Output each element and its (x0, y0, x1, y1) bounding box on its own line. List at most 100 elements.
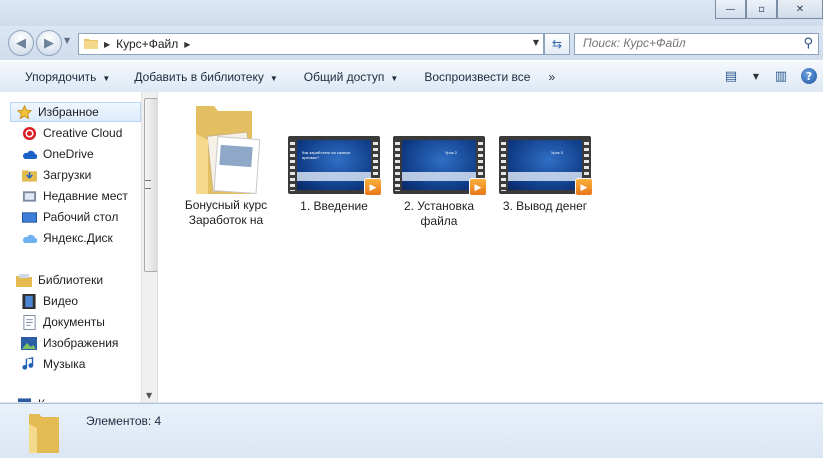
nav-label: Недавние мест (43, 189, 128, 203)
nav-item-music[interactable]: Музыка (21, 354, 146, 374)
computer-icon (16, 396, 32, 402)
video-thumbnail: Урок 3 ▶ (499, 136, 593, 196)
nav-label: OneDrive (43, 147, 94, 161)
video-thumbnail: Как заработать на сжатых архивах? ▶ (288, 136, 382, 196)
refresh-button[interactable]: ⇆ (544, 33, 570, 55)
downloads-folder-icon (21, 167, 37, 183)
search-box[interactable]: ⚲ (574, 33, 819, 55)
video-library-icon (21, 293, 37, 309)
nav-scrollbar[interactable]: ▼ (141, 92, 157, 402)
share-menu[interactable]: Общий доступ ▼ (296, 70, 407, 84)
maximize-button[interactable]: ▫ (746, 0, 777, 19)
nav-label: Изображения (43, 336, 119, 350)
command-bar: Упорядочить ▼ Добавить в библиотеку ▼ Общи… (0, 60, 823, 93)
more-commands-button[interactable]: » (540, 70, 563, 84)
chevron-down-icon: ▼ (390, 73, 399, 83)
recent-pages-dropdown[interactable]: ▼ (64, 36, 74, 45)
nav-label: Видео (43, 294, 79, 308)
nav-label: Creative Cloud (43, 126, 123, 140)
nav-computer[interactable]: К (16, 394, 141, 402)
file-item-video-3[interactable]: Урок 3 ▶ 3. Вывод денег (497, 136, 593, 214)
chevron-down-icon: ▼ (269, 73, 278, 83)
nav-libraries[interactable]: Библиотеки (16, 270, 141, 290)
search-icon[interactable]: ⚲ (803, 36, 813, 51)
organize-label: Упорядочить (25, 69, 97, 84)
thumb-text: Урок 2 (445, 150, 457, 155)
organize-menu[interactable]: Упорядочить ▼ (17, 70, 118, 84)
details-pane: Элементов: 4 (0, 403, 823, 458)
file-name: Бонусный курс Заработок на (184, 198, 268, 227)
folder-icon (186, 100, 266, 195)
file-item-folder[interactable]: Бонусный курс Заработок на (178, 100, 274, 228)
file-item-video-1[interactable]: Как заработать на сжатых архивах? ▶ 1. В… (286, 136, 382, 214)
address-dropdown-icon[interactable]: ▼ (533, 38, 539, 47)
nav-item-desktop[interactable]: Рабочий стол (21, 207, 146, 227)
pictures-icon (21, 335, 37, 351)
minimize-icon: — (725, 3, 736, 15)
play-badge-icon: ▶ (469, 178, 487, 196)
address-bar[interactable]: ▶ Курс+Файл ▶ ▼ (78, 33, 544, 55)
play-badge-icon: ▶ (575, 178, 593, 196)
breadcrumb-current[interactable]: Курс+Файл (116, 37, 178, 51)
play-all-label: Воспроизвести все (424, 69, 531, 84)
more-label: » (548, 69, 556, 84)
nav-label: Загрузки (43, 168, 92, 182)
address-row: ◀ ▶ ▼ ▶ Курс+Файл ▶ ▼ ⇆ ⚲ (0, 26, 823, 60)
help-button[interactable]: ? (801, 68, 817, 84)
navigation-pane: Избранное Creative Cloud OneDrive Загруз… (0, 92, 158, 402)
star-icon (16, 104, 32, 120)
forward-arrow-icon: ▶ (44, 35, 54, 51)
back-button[interactable]: ◀ (8, 30, 34, 56)
maximize-icon: ▫ (758, 3, 765, 15)
play-badge-icon: ▶ (364, 178, 382, 196)
close-icon: ✕ (795, 3, 805, 15)
refresh-icon: ⇆ (551, 37, 563, 51)
change-view-button[interactable]: ▤ (721, 66, 741, 86)
add-library-label: Добавить в библиотеку (134, 69, 264, 84)
creative-cloud-icon (21, 125, 37, 141)
nav-label: Избранное (38, 105, 99, 119)
nav-item-recent[interactable]: Недавние мест (21, 186, 146, 206)
search-input[interactable] (575, 34, 793, 52)
nav-item-creative-cloud[interactable]: Creative Cloud (21, 123, 146, 143)
breadcrumb-separator[interactable]: ▶ (104, 40, 110, 49)
window-controls: — ▫ ✕ (715, 0, 823, 19)
nav-item-onedrive[interactable]: OneDrive (21, 144, 146, 164)
play-all-button[interactable]: Воспроизвести все (416, 70, 538, 84)
minimize-button[interactable]: — (715, 0, 746, 19)
nav-label: Библиотеки (38, 273, 104, 287)
toolbar-right: ▤ ▼ ▥ ? (721, 66, 817, 86)
add-to-library-menu[interactable]: Добавить в библиотеку ▼ (126, 70, 285, 84)
thumb-text: Урок 3 (551, 150, 563, 155)
nav-item-videos[interactable]: Видео (21, 291, 146, 311)
scroll-down-icon[interactable]: ▼ (146, 391, 152, 400)
nav-item-pictures[interactable]: Изображения (21, 333, 146, 353)
title-bar: — ▫ ✕ (0, 0, 823, 26)
scrollbar-grip-icon (145, 180, 151, 189)
breadcrumb-separator[interactable]: ▶ (184, 40, 190, 49)
file-name: 2. Установка файла (403, 199, 475, 228)
preview-pane-button[interactable]: ▥ (771, 66, 791, 86)
nav-label: Рабочий стол (43, 210, 119, 224)
desktop-icon (21, 209, 37, 225)
item-count: Элементов: 4 (86, 414, 162, 428)
chevron-down-icon: ▼ (102, 73, 111, 83)
forward-button[interactable]: ▶ (36, 30, 62, 56)
nav-item-documents[interactable]: Документы (21, 312, 146, 332)
share-label: Общий доступ (303, 69, 385, 84)
yandex-disk-icon (21, 230, 37, 246)
close-button[interactable]: ✕ (777, 0, 823, 19)
file-name: 1. Введение (300, 199, 368, 213)
nav-item-yandex-disk[interactable]: Яндекс.Диск (21, 228, 146, 248)
nav-label: Яндекс.Диск (43, 231, 113, 245)
view-dropdown[interactable]: ▼ (751, 66, 761, 86)
nav-item-downloads[interactable]: Загрузки (21, 165, 146, 185)
nav-label: К (38, 397, 45, 402)
thumb-text: Как заработать на сжатых архивах? (302, 150, 351, 160)
libraries-icon (16, 272, 32, 288)
file-item-video-2[interactable]: Урок 2 ▶ 2. Установка файла (391, 136, 487, 229)
documents-icon (21, 314, 37, 330)
music-icon (21, 356, 37, 372)
nav-favorites[interactable]: Избранное (10, 102, 141, 122)
recent-places-icon (21, 188, 37, 204)
